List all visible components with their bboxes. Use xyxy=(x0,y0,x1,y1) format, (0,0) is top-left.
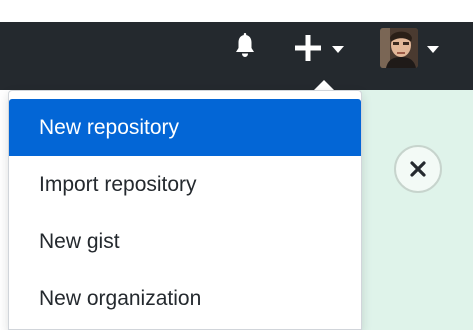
caret-down-icon xyxy=(427,46,439,53)
menu-item-new-repository[interactable]: New repository xyxy=(9,99,361,156)
menu-item-new-gist[interactable]: New gist xyxy=(9,213,361,270)
close-button[interactable] xyxy=(394,145,442,193)
menu-item-import-repository[interactable]: Import repository xyxy=(9,156,361,213)
close-icon xyxy=(410,161,426,177)
app-header xyxy=(0,22,473,90)
menu-item-new-organization[interactable]: New organization xyxy=(9,270,361,327)
avatar xyxy=(380,28,418,68)
caret-down-icon xyxy=(332,46,344,53)
notice-panel xyxy=(360,90,473,330)
top-strip xyxy=(0,0,473,22)
plus-icon xyxy=(295,35,321,61)
notifications-button[interactable] xyxy=(231,32,259,60)
user-menu-button[interactable] xyxy=(380,28,452,70)
bell-icon xyxy=(236,33,254,57)
create-new-button[interactable] xyxy=(293,30,351,66)
create-new-dropdown: New repository Import repository New gis… xyxy=(8,90,362,330)
page: New repository Import repository New gis… xyxy=(0,0,473,330)
